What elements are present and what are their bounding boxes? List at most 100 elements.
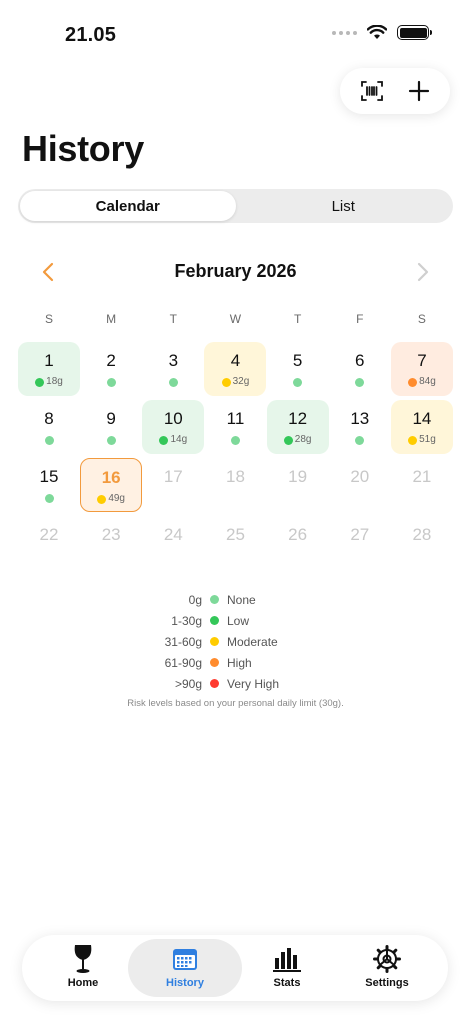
weekday-label: T [169, 312, 177, 326]
barcode-scan-button[interactable] [352, 71, 392, 111]
day-summary [355, 435, 365, 445]
tab-stats-label: Stats [273, 977, 301, 989]
day-summary: 49g [97, 494, 125, 504]
calendar-day: 23 [80, 516, 142, 570]
day-number: 19 [288, 467, 308, 486]
day-summary: 51g [408, 435, 436, 445]
month-title: February 2026 [174, 261, 297, 281]
calendar-day: 24 [142, 516, 204, 570]
risk-dot [44, 493, 54, 503]
day-number: 12 [288, 409, 308, 428]
calendar-day[interactable]: 15 [18, 458, 80, 512]
next-month-button[interactable] [409, 258, 437, 286]
tab-calendar[interactable]: Calendar [20, 191, 236, 221]
calendar-day[interactable]: 12 28g [266, 400, 329, 454]
day-number: 5 [292, 351, 303, 370]
legend-dot [210, 658, 219, 667]
calendar-day[interactable]: 2 [80, 342, 142, 396]
tab-history[interactable]: History [128, 939, 242, 997]
legend-label: Low [227, 613, 250, 628]
day-amount: 18g [46, 376, 63, 387]
calendar-day[interactable]: 14 51g [390, 400, 453, 454]
day-number: 26 [288, 525, 308, 544]
weekday-label: M [106, 312, 117, 326]
calendar-day-today[interactable]: 16 49g [80, 458, 143, 512]
page-title: History [22, 128, 144, 169]
risk-dot [106, 435, 116, 445]
legend-label: High [227, 655, 252, 670]
legend-range: 61-90g [164, 655, 202, 670]
tab-list[interactable]: List [236, 191, 452, 221]
legend-row: >90g Very High [0, 673, 471, 694]
day-number: 1 [44, 351, 54, 370]
battery-icon [397, 25, 432, 40]
legend-dot [210, 595, 219, 604]
calendar-day[interactable]: 11 [204, 400, 266, 454]
weekday-label: W [229, 312, 242, 326]
plus-icon [408, 80, 429, 102]
calendar-day[interactable]: 5 [267, 342, 329, 396]
legend-row: 0g None [0, 589, 471, 610]
risk-dot [293, 377, 303, 387]
day-summary [168, 377, 178, 387]
calendar-day: 19 [267, 458, 329, 512]
calendar-day[interactable]: 8 [18, 400, 80, 454]
gear-icon [373, 945, 401, 973]
risk-dot [355, 377, 365, 387]
risk-dot [35, 377, 45, 387]
tab-stats[interactable]: Stats [230, 939, 344, 997]
legend-dot [210, 616, 219, 625]
legend-label: Moderate [227, 634, 278, 649]
tab-settings-label: Settings [365, 977, 409, 989]
legend-range: 31-60g [164, 634, 202, 649]
calendar-day: 18 [204, 458, 266, 512]
day-summary [293, 377, 303, 387]
legend-dot [210, 679, 219, 688]
legend-row: 1-30g Low [0, 610, 471, 631]
tab-home[interactable]: Home [26, 939, 140, 997]
calendar-day: 26 [267, 516, 329, 570]
day-amount: 28g [294, 434, 312, 445]
calendar-day[interactable]: 3 [142, 342, 204, 396]
day-number: 18 [226, 467, 245, 486]
tab-history-label: History [166, 977, 204, 989]
day-summary: 84g [408, 377, 436, 387]
wifi-icon [367, 25, 387, 39]
calendar-day[interactable]: 4 32g [204, 342, 267, 396]
risk-dot [221, 377, 231, 387]
legend-label: Very High [227, 676, 280, 691]
tab-settings[interactable]: Settings [330, 939, 444, 997]
day-summary [230, 435, 240, 445]
calendar-day[interactable]: 7 84g [390, 342, 453, 396]
day-amount: 32g [232, 376, 250, 387]
day-number: 23 [101, 525, 121, 544]
day-number: 6 [355, 351, 365, 370]
day-summary [44, 493, 54, 503]
calendar-day: 27 [329, 516, 391, 570]
calendar-day: 25 [204, 516, 266, 570]
calendar-icon [173, 949, 197, 970]
risk-dot [106, 377, 116, 387]
calendar-day[interactable]: 10 14g [142, 400, 205, 454]
month-navigation: February 2026 [18, 254, 453, 290]
day-number: 20 [350, 467, 370, 486]
calendar-day[interactable]: 1 18g [18, 342, 80, 396]
day-amount: 84g [419, 376, 436, 387]
weekday-header: SMTWTFS [18, 312, 453, 326]
day-number: 13 [350, 409, 370, 428]
add-button[interactable] [399, 71, 439, 111]
risk-dot [159, 435, 169, 445]
day-summary: 32g [221, 376, 250, 387]
day-summary [44, 435, 54, 445]
calendar-day[interactable]: 13 [329, 400, 391, 454]
calendar-day[interactable]: 6 [329, 342, 391, 396]
signal-icon [332, 30, 357, 35]
risk-dot [44, 435, 54, 445]
legend-dot [210, 637, 219, 646]
risk-dot [283, 435, 293, 445]
weekday-label: F [356, 312, 364, 326]
risk-dot [408, 435, 418, 445]
weekday-label: S [417, 312, 426, 326]
day-number: 14 [412, 409, 432, 428]
calendar-day[interactable]: 9 [80, 400, 142, 454]
